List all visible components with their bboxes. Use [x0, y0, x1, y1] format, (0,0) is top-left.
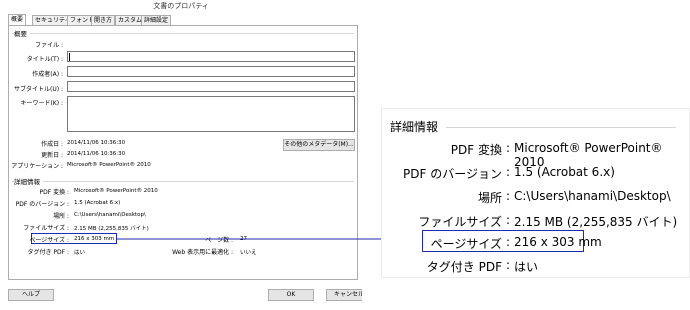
zoom-location-value: C:\Users\hanami\Desktop\: [514, 189, 671, 203]
zoom-pdf-producer-label: PDF 変換: [450, 143, 502, 157]
zoom-file-size-label: ファイルサイズ: [418, 215, 502, 229]
zoom-pdf-version-label: PDF のバージョン: [403, 167, 502, 181]
zoom-pdf-version-value: 1.5 (Acrobat 6.x): [514, 165, 615, 179]
zoom-file-size-value: 2.15 MB (2,255,835 バイト): [514, 215, 678, 229]
zoom-tagged-pdf-value: はい: [514, 260, 539, 274]
zoom-location-label: 場所: [477, 191, 502, 205]
zoom-page-size-label: ページサイズ: [430, 237, 502, 251]
zoom-separator: :: [505, 189, 511, 203]
zoom-separator: :: [505, 258, 511, 272]
zoom-separator: :: [505, 141, 511, 155]
zoom-separator: :: [505, 213, 511, 227]
zoom-separator: :: [505, 165, 511, 179]
zoom-separator: :: [505, 235, 511, 249]
zoomed-details-panel: 詳細情報 PDF 変換 : Microsoft® PowerPoint® 201…: [381, 108, 690, 278]
zoom-tagged-pdf-label: タグ付き PDF: [426, 260, 502, 274]
zoom-page-size-value: 216 x 303 mm: [514, 235, 602, 249]
zoom-group-line: [446, 127, 676, 128]
zoom-group-title: 詳細情報: [390, 120, 439, 134]
